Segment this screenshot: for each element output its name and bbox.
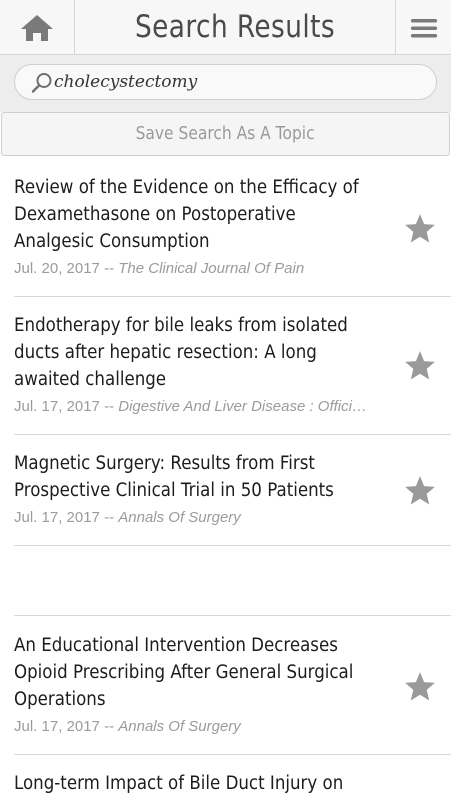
- result-meta: Jul. 17, 2017 -- Annals Of Surgery: [14, 509, 384, 526]
- save-search-topic-button[interactable]: Save Search As A Topic: [1, 112, 450, 156]
- header-bar: Search Results: [0, 0, 451, 55]
- result-title-line: Magnetic Surgery: Results from First: [14, 453, 315, 474]
- result-title-line: Long-term Impact of Bile Duct Injury on: [14, 773, 344, 794]
- result-item[interactable]: Review of the Evidence on the Efficacy o…: [14, 174, 437, 277]
- search-bar: [0, 55, 451, 112]
- result-item[interactable]: An Educational Intervention Decreases Op…: [14, 632, 437, 735]
- search-icon: [31, 73, 52, 93]
- result-meta: Jul. 20, 2017 -- The Clinical Journal Of…: [14, 260, 384, 277]
- result-divider: [14, 545, 451, 546]
- result-title-line: Opioid Prescribing After General Surgica…: [14, 662, 354, 683]
- result-date: Jul. 17, 2017: [14, 509, 100, 526]
- favorite-star-icon[interactable]: [403, 349, 437, 383]
- result-date: Jul. 17, 2017: [14, 398, 100, 415]
- result-title-line: awaited challenge: [14, 369, 167, 390]
- result-title-line: Dexamethasone on Postoperative: [14, 204, 296, 225]
- result-journal: The Clinical Journal Of Pain: [118, 260, 305, 277]
- favorite-star-icon[interactable]: [403, 212, 437, 246]
- hamburger-menu-icon: [410, 18, 437, 37]
- result-title-line: Prospective Clinical Trial in 50 Patient…: [14, 480, 334, 501]
- result-divider: [14, 615, 451, 616]
- home-icon: [21, 14, 53, 41]
- result-title-line: Review of the Evidence on the Efficacy o…: [14, 177, 359, 198]
- meta-separator: --: [104, 398, 115, 415]
- result-title-line: Analgesic Consumption: [14, 231, 210, 252]
- result-journal: Annals Of Surgery: [118, 718, 241, 735]
- result-date: Jul. 17, 2017: [14, 718, 100, 735]
- result-item[interactable]: Magnetic Surgery: Results from First Pro…: [14, 450, 437, 526]
- home-button[interactable]: [0, 0, 75, 55]
- result-meta: Jul. 17, 2017 -- Annals Of Surgery: [14, 718, 384, 735]
- result-title-line: Operations: [14, 689, 106, 710]
- result-divider: [14, 434, 451, 435]
- result-journal: Digestive And Liver Disease : Offici…: [118, 398, 367, 415]
- page-title: Search Results: [134, 9, 335, 45]
- save-search-topic-label: Save Search As A Topic: [135, 123, 316, 144]
- search-input[interactable]: [54, 65, 424, 99]
- favorite-star-icon[interactable]: [403, 670, 437, 704]
- meta-separator: --: [104, 718, 115, 735]
- result-divider: [14, 754, 451, 755]
- menu-button[interactable]: [395, 0, 451, 55]
- search-box[interactable]: [14, 64, 437, 100]
- favorite-star-icon[interactable]: [403, 474, 437, 508]
- result-divider: [14, 296, 451, 297]
- result-date: Jul. 20, 2017: [14, 260, 100, 277]
- result-item[interactable]: Endotherapy for bile leaks from isolated…: [14, 312, 437, 415]
- meta-separator: --: [104, 260, 115, 277]
- result-title-line: An Educational Intervention Decreases: [14, 635, 338, 656]
- result-journal: Annals Of Surgery: [118, 509, 241, 526]
- result-title-line: ducts after hepatic resection: A long: [14, 342, 317, 363]
- result-item[interactable]: Long-term Impact of Bile Duct Injury on: [14, 770, 437, 797]
- meta-separator: --: [104, 509, 115, 526]
- result-title-line: Endotherapy for bile leaks from isolated: [14, 315, 348, 336]
- result-meta: Jul. 17, 2017 -- Digestive And Liver Dis…: [14, 398, 384, 415]
